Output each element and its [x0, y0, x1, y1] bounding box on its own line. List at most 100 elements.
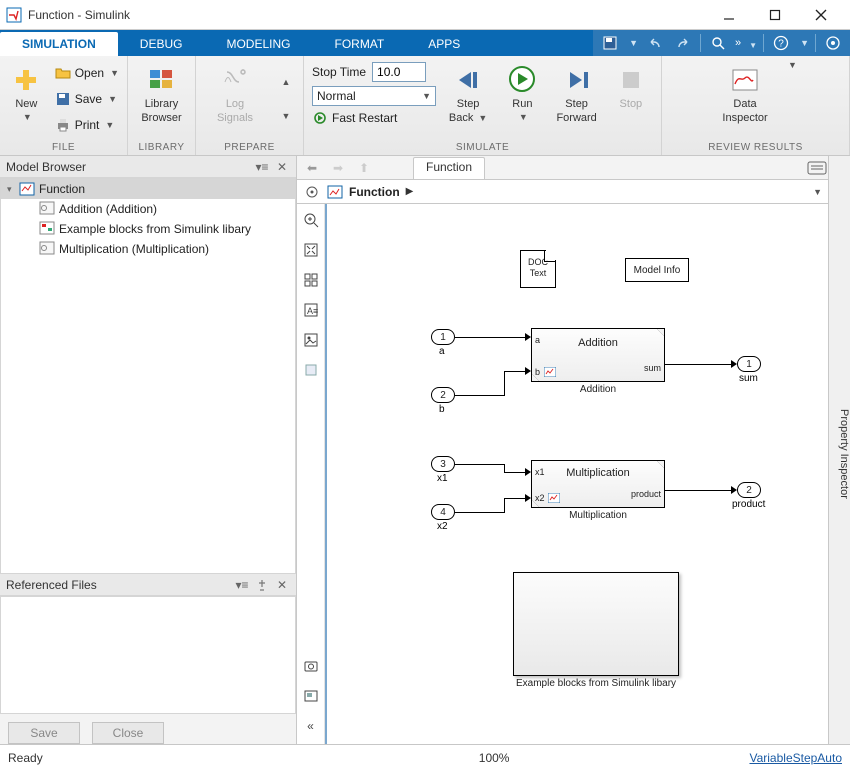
- breadcrumb-target-icon[interactable]: [303, 183, 321, 201]
- panel-pin-icon[interactable]: [254, 577, 270, 593]
- tab-format[interactable]: FORMAT: [312, 32, 406, 56]
- group-label-results: REVIEW RESULTS: [670, 140, 841, 153]
- multiplication-label: Multiplication: [531, 510, 665, 521]
- palette-area-icon[interactable]: [301, 360, 321, 380]
- property-inspector-dock[interactable]: Property Inspector: [828, 156, 850, 744]
- model-info-block[interactable]: Model Info: [625, 258, 689, 282]
- inport-3[interactable]: 3: [431, 456, 455, 472]
- status-bar: Ready 100% VariableStepAuto: [0, 744, 850, 770]
- tree-item-addition[interactable]: Addition (Addition): [1, 199, 295, 219]
- data-inspector-icon: [729, 64, 761, 96]
- save-button[interactable]: Save▼: [55, 88, 119, 110]
- tab-apps[interactable]: APPS: [406, 32, 482, 56]
- status-ready: Ready: [8, 751, 43, 765]
- breadcrumb-root[interactable]: Function: [349, 185, 400, 199]
- nav-up-icon[interactable]: ⬆: [353, 157, 375, 179]
- new-plus-icon: [10, 64, 42, 96]
- main-area: Model Browser ▾≡ ✕ ▾ Function Addition (…: [0, 156, 850, 744]
- qat-redo-icon[interactable]: [672, 32, 694, 54]
- doc-text-block[interactable]: DOC Text: [520, 250, 556, 288]
- multiplication-subsystem[interactable]: Multiplication x1 x2 product: [531, 460, 665, 508]
- inport-2[interactable]: 2: [431, 387, 455, 403]
- window-maximize-button[interactable]: [752, 0, 798, 30]
- panel-options-icon[interactable]: ▾≡: [254, 159, 270, 175]
- nav-forward-icon[interactable]: ➡: [327, 157, 349, 179]
- breadcrumb-dropdown-icon[interactable]: ▼: [813, 187, 822, 197]
- run-button[interactable]: Run ▼: [500, 60, 544, 122]
- model-ref-icon: [548, 493, 560, 503]
- group-label-prepare: PREPARE: [204, 140, 295, 153]
- palette-image-icon[interactable]: [301, 330, 321, 350]
- window-close-button[interactable]: [798, 0, 844, 30]
- example-subsystem[interactable]: [513, 572, 679, 676]
- model-browser-tree[interactable]: ▾ Function Addition (Addition) Example b…: [0, 178, 296, 574]
- palette-annotation-icon[interactable]: A≡: [301, 300, 321, 320]
- tree-root-function[interactable]: ▾ Function: [1, 179, 295, 199]
- ref-close-button[interactable]: Close: [92, 722, 164, 744]
- print-button[interactable]: Print▼: [55, 114, 119, 136]
- status-zoom[interactable]: 100%: [479, 751, 510, 765]
- step-forward-button[interactable]: Step Forward: [555, 60, 599, 124]
- stop-time-input[interactable]: [372, 62, 426, 82]
- inport-1-label: a: [439, 346, 445, 357]
- app-icon: [6, 7, 22, 23]
- status-solver[interactable]: VariableStepAuto: [749, 751, 842, 765]
- outport-1-label: sum: [739, 373, 758, 384]
- log-signals-button[interactable]: Log Signals: [204, 60, 266, 124]
- palette-collapse-icon[interactable]: «: [301, 716, 321, 736]
- gallery-down-icon[interactable]: ▼: [282, 111, 291, 121]
- qat-minimize-ribbon-icon[interactable]: [822, 32, 844, 54]
- palette-screenshot-icon[interactable]: [301, 656, 321, 676]
- palette-autoarrange-icon[interactable]: [301, 270, 321, 290]
- qat-undo-icon[interactable]: [644, 32, 666, 54]
- inport-1[interactable]: 1: [431, 329, 455, 345]
- qat-expand-icon[interactable]: »▼: [735, 32, 757, 54]
- tab-debug[interactable]: DEBUG: [118, 32, 205, 56]
- tab-simulation[interactable]: SIMULATION: [0, 32, 118, 56]
- palette-birdseye-icon[interactable]: [301, 686, 321, 706]
- qat-save-icon[interactable]: [599, 32, 621, 54]
- canvas-tab-function[interactable]: Function: [413, 157, 485, 179]
- step-back-button[interactable]: Step Back ▼: [446, 60, 490, 124]
- tree-item-example-blocks[interactable]: Example blocks from Simulink libary: [1, 219, 295, 239]
- open-button[interactable]: Open▼: [55, 62, 119, 84]
- window-minimize-button[interactable]: [706, 0, 752, 30]
- qat-help-icon[interactable]: ?: [770, 32, 792, 54]
- tree-collapse-icon[interactable]: ▾: [7, 184, 19, 195]
- qat-search-icon[interactable]: [707, 32, 729, 54]
- panel-options-icon[interactable]: ▾≡: [234, 577, 250, 593]
- diagram-canvas[interactable]: DOC Text Model Info 1 a 2 b: [325, 204, 828, 744]
- ref-save-button[interactable]: Save: [8, 722, 80, 744]
- nav-back-icon[interactable]: ⬅: [301, 157, 323, 179]
- model-icon: [19, 181, 35, 197]
- tree-item-multiplication[interactable]: Multiplication (Multiplication): [1, 239, 295, 259]
- data-inspector-button[interactable]: Data Inspector: [714, 60, 776, 124]
- svg-text:?: ?: [778, 39, 784, 50]
- window-title: Function - Simulink: [28, 8, 706, 22]
- addition-subsystem[interactable]: Addition a b sum: [531, 328, 665, 382]
- breadcrumb-chevron-icon[interactable]: ▶: [406, 186, 414, 197]
- chevron-down-icon: ▼: [23, 112, 32, 122]
- tab-modeling[interactable]: MODELING: [204, 32, 312, 56]
- fast-restart-button[interactable]: Fast Restart: [312, 110, 436, 126]
- run-icon: [506, 64, 538, 96]
- inport-4[interactable]: 4: [431, 504, 455, 520]
- palette-fit-icon[interactable]: [301, 240, 321, 260]
- chevron-down-icon[interactable]: ▼: [788, 60, 797, 70]
- gallery-up-icon[interactable]: ▲: [282, 77, 291, 87]
- new-button[interactable]: New ▼: [8, 60, 45, 122]
- quick-access-toolbar: ▼ »▼ ? ▼: [593, 30, 850, 56]
- panel-close-icon[interactable]: ✕: [274, 577, 290, 593]
- outport-1[interactable]: 1: [737, 356, 761, 372]
- step-forward-icon: [561, 64, 593, 96]
- palette-zoom-icon[interactable]: [301, 210, 321, 230]
- subsystem-icon: [39, 221, 55, 237]
- referenced-files-list[interactable]: [0, 596, 296, 714]
- keyboard-icon[interactable]: [806, 157, 828, 179]
- panel-close-icon[interactable]: ✕: [274, 159, 290, 175]
- simulation-mode-dropdown[interactable]: Normal▼: [312, 86, 436, 106]
- outport-2[interactable]: 2: [737, 482, 761, 498]
- subsystem-icon: [39, 201, 55, 217]
- library-browser-button[interactable]: Library Browser: [136, 60, 187, 124]
- stop-button[interactable]: Stop: [609, 60, 653, 110]
